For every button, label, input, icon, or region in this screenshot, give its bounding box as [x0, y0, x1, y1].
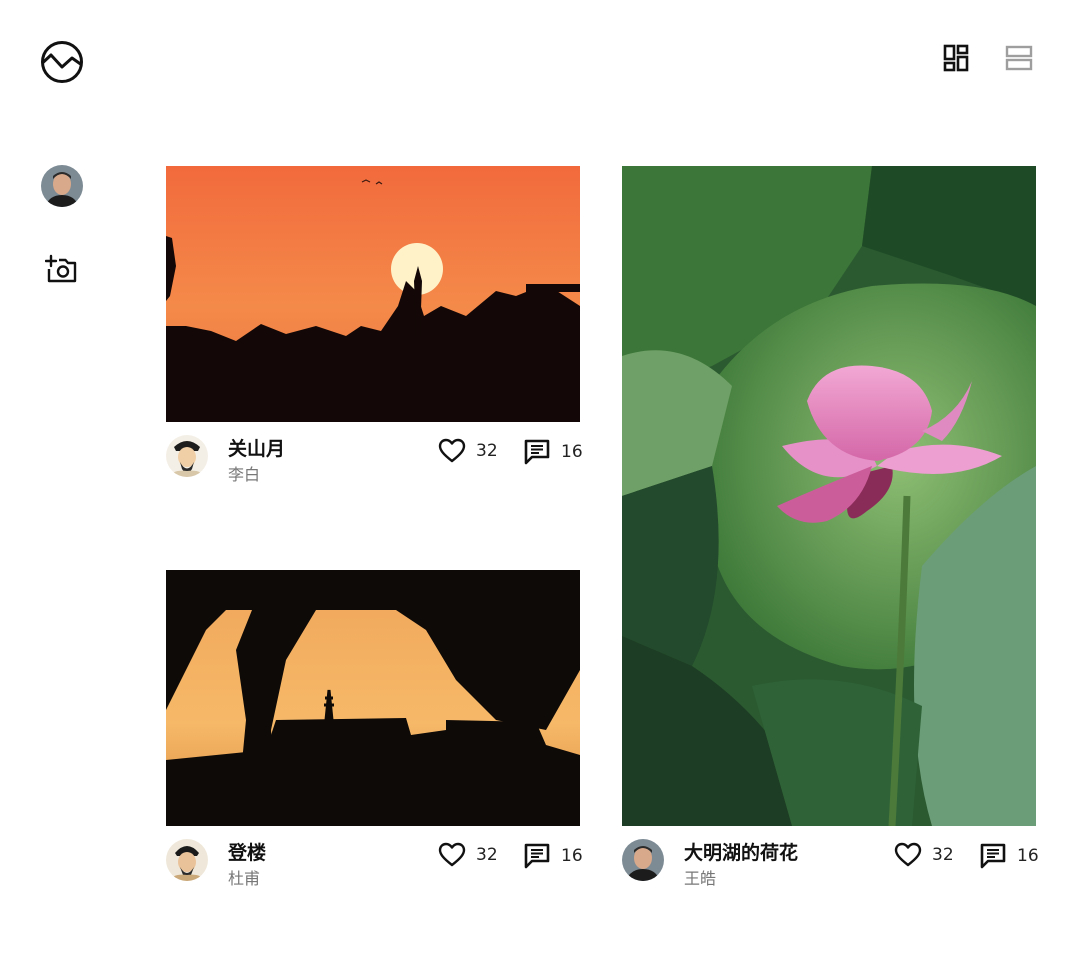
- post-photo-lotus[interactable]: [622, 166, 1036, 826]
- author-avatar-image: [622, 839, 664, 881]
- add-photo-button[interactable]: [45, 253, 79, 285]
- like-stat[interactable]: 32: [438, 438, 498, 464]
- add-photo-camera-icon: [45, 254, 77, 283]
- app-logo[interactable]: [40, 40, 84, 84]
- post-photo-sunset[interactable]: [166, 166, 580, 422]
- wave-circle-logo-icon: [41, 41, 83, 83]
- grid-view-button[interactable]: [942, 44, 970, 72]
- post-author[interactable]: 王皓: [684, 865, 716, 889]
- list-view-button[interactable]: [1004, 44, 1034, 72]
- post-title[interactable]: 关山月: [228, 434, 285, 461]
- post-title[interactable]: 大明湖的荷花: [684, 838, 798, 865]
- comment-icon: [980, 843, 1006, 869]
- post-meta-2: 登楼 杜甫 32 16: [166, 836, 583, 889]
- author-avatar[interactable]: [166, 435, 208, 477]
- like-count: 32: [932, 845, 954, 865]
- comment-stat[interactable]: 16: [523, 438, 583, 466]
- author-avatar-image: [166, 839, 208, 881]
- comment-count: 16: [561, 846, 583, 866]
- post-author[interactable]: 李白: [228, 461, 260, 485]
- post-meta-3: 大明湖的荷花 王皓 32 16: [622, 836, 1039, 889]
- author-avatar[interactable]: [166, 839, 208, 881]
- heart-icon: [894, 842, 922, 867]
- post-title[interactable]: 登楼: [228, 838, 266, 865]
- author-avatar[interactable]: [622, 839, 664, 881]
- lotus-flower-image: [622, 166, 1036, 826]
- post-author[interactable]: 杜甫: [228, 865, 260, 889]
- like-count: 32: [476, 441, 498, 461]
- list-view-icon: [1005, 45, 1033, 71]
- comment-count: 16: [1017, 846, 1039, 866]
- comment-count: 16: [561, 442, 583, 462]
- comment-icon: [524, 843, 550, 869]
- heart-icon: [438, 438, 466, 463]
- user-avatar-image: [41, 165, 83, 207]
- sunset-silhouette-image: [166, 166, 580, 422]
- like-count: 32: [476, 845, 498, 865]
- post-meta-1: 关山月 李白 32 16: [166, 432, 583, 485]
- comment-stat[interactable]: 16: [979, 842, 1039, 870]
- comment-stat[interactable]: 16: [523, 842, 583, 870]
- like-stat[interactable]: 32: [894, 842, 954, 868]
- sidebar-avatar[interactable]: [41, 165, 83, 207]
- author-avatar-image: [166, 435, 208, 477]
- post-photo-pagoda[interactable]: [166, 570, 580, 826]
- like-stat[interactable]: 32: [438, 842, 498, 868]
- grid-view-icon: [943, 44, 969, 72]
- comment-icon: [524, 439, 550, 465]
- pagoda-sunset-image: [166, 570, 580, 826]
- heart-icon: [438, 842, 466, 867]
